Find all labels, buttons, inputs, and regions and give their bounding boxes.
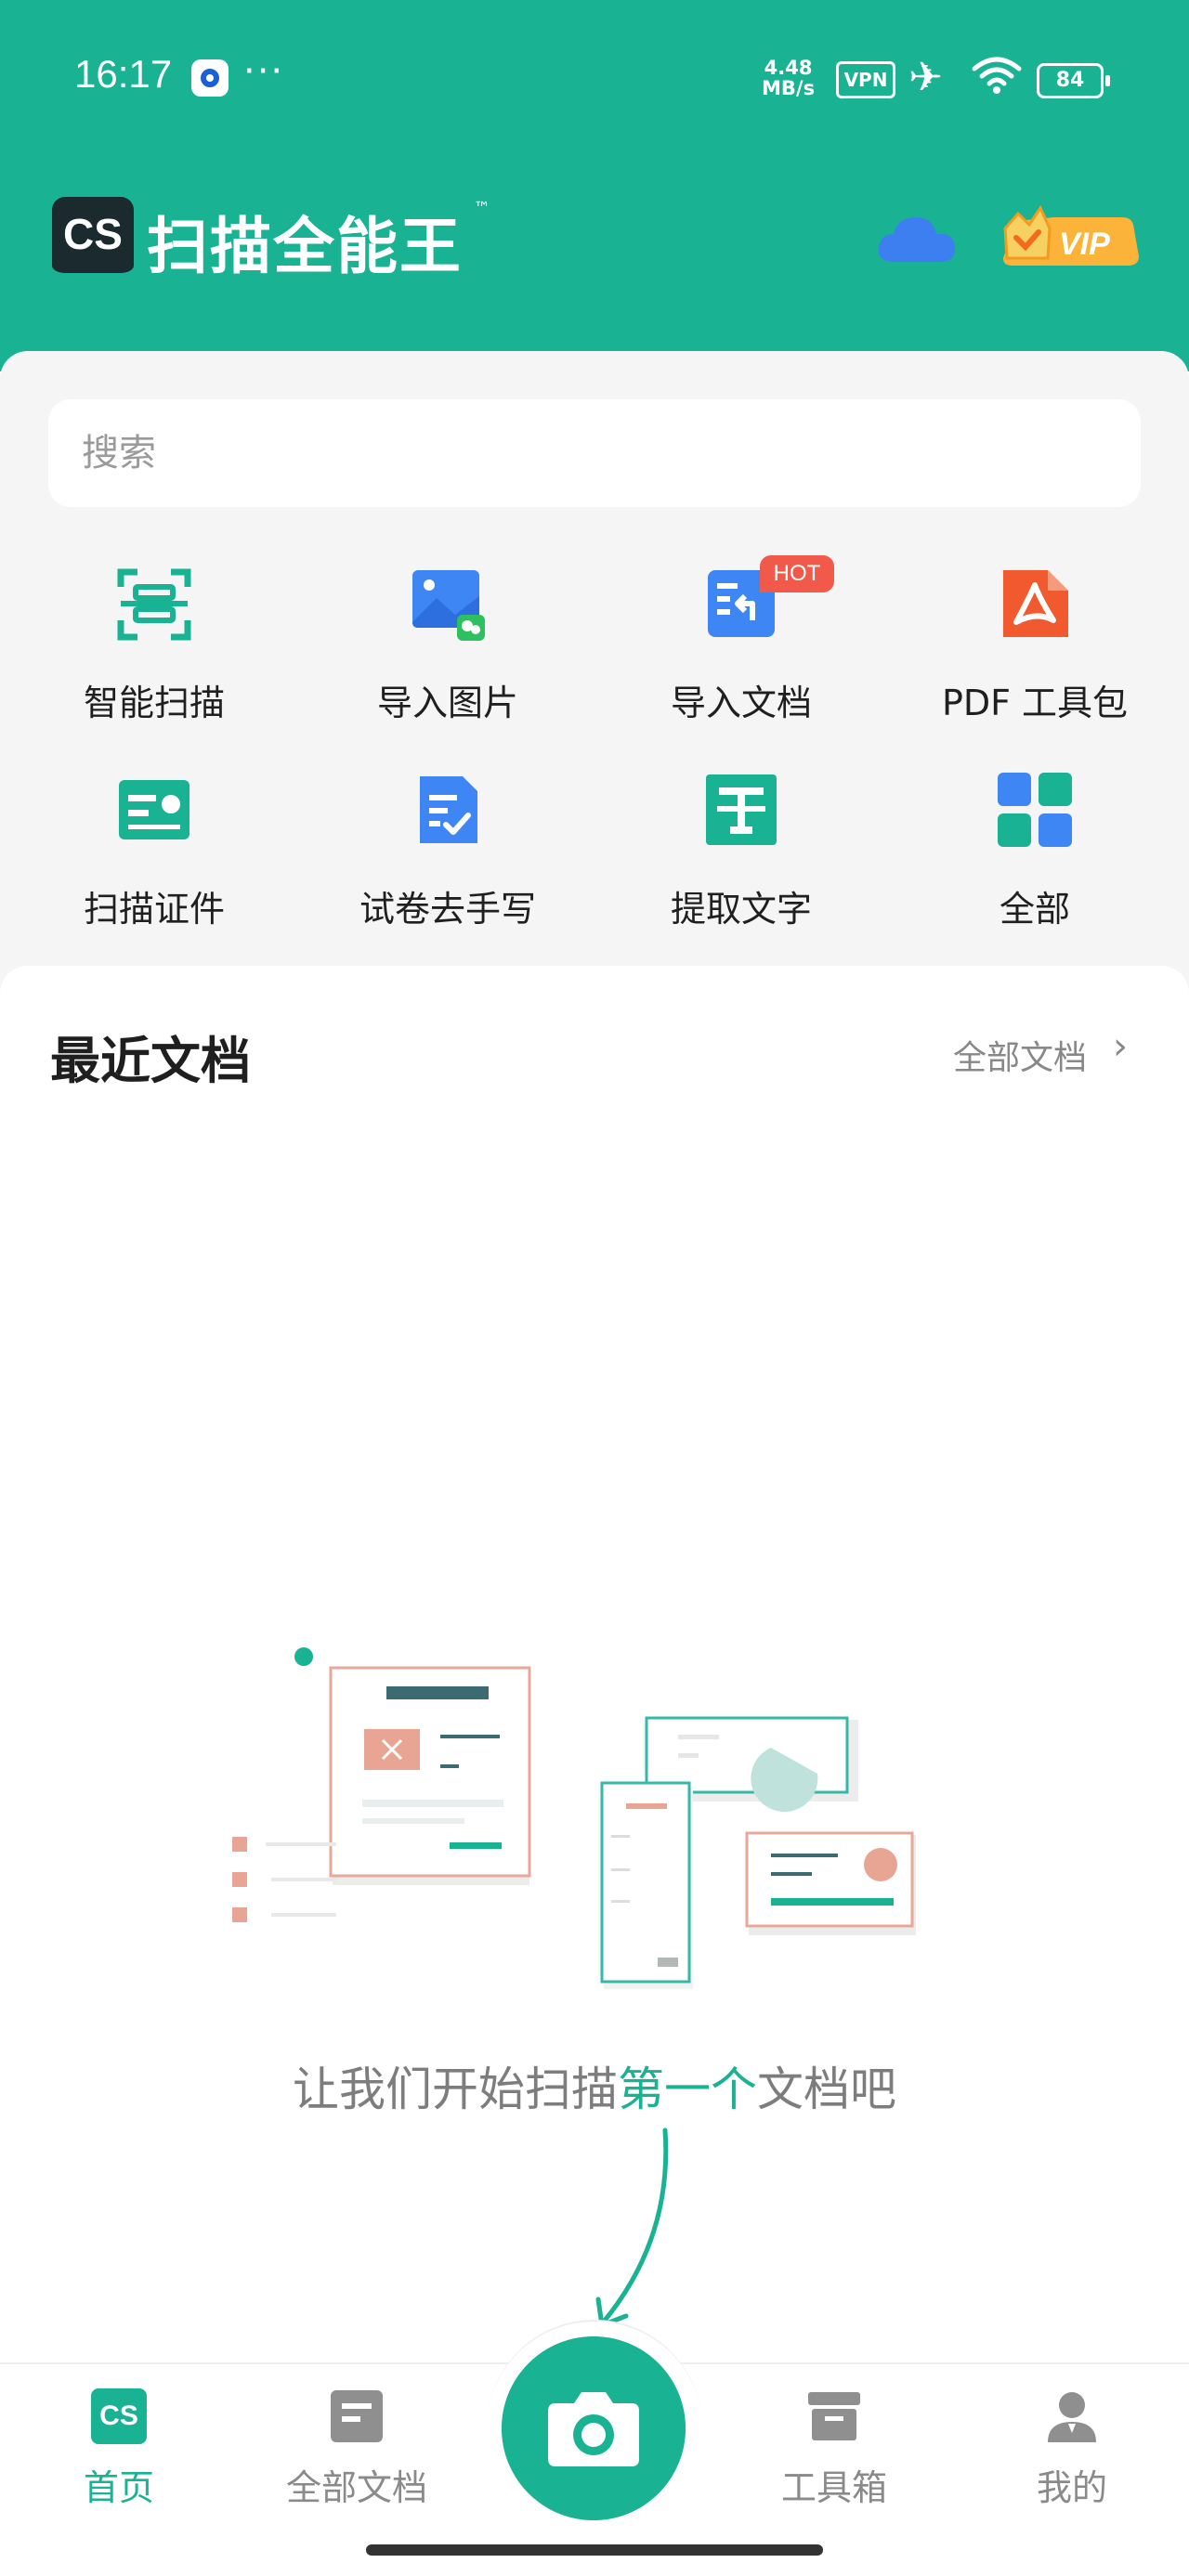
vip-badge-button[interactable]: VIP xyxy=(998,201,1143,271)
tool-label: 全部 xyxy=(999,889,1070,930)
import-image-icon xyxy=(412,570,485,641)
document-icon xyxy=(331,2390,383,2442)
all-tools-icon xyxy=(998,773,1072,847)
nav-label: 全部文档 xyxy=(285,2467,427,2508)
network-speed-value: 4.48 xyxy=(764,57,813,79)
toolbox-icon xyxy=(808,2392,860,2440)
status-more-icon: ··· xyxy=(243,50,285,93)
tool-label: 扫描证件 xyxy=(83,889,225,930)
app-notification-icon xyxy=(191,59,229,97)
tool-label: 试卷去手写 xyxy=(359,889,536,930)
tool-label: 导入图片 xyxy=(376,683,518,723)
nav-label: 工具箱 xyxy=(780,2467,887,2508)
scan-id-icon xyxy=(119,780,189,839)
home-icon: CS xyxy=(91,2388,147,2444)
app-logo: CS xyxy=(52,197,134,279)
pdf-toolkit-icon xyxy=(1003,570,1068,637)
battery-icon: 84 xyxy=(1037,63,1110,98)
airplane-mode-icon: ✈ xyxy=(908,54,943,101)
empty-message-pre: 让我们开始扫描 xyxy=(293,2062,618,2116)
hot-badge: HOT xyxy=(760,555,834,592)
tool-label: PDF 工具包 xyxy=(941,683,1129,723)
status-time: 16:17 xyxy=(74,52,173,96)
tool-label: 智能扫描 xyxy=(83,683,225,723)
search-input[interactable]: 搜索 xyxy=(48,399,1141,507)
nav-label: 首页 xyxy=(83,2467,154,2508)
empty-state-illustration xyxy=(232,1647,916,1989)
smart-scan-icon xyxy=(117,568,191,641)
trademark: ™ xyxy=(474,199,490,218)
recent-documents-title: 最近文档 xyxy=(50,1032,251,1090)
status-bar: 16:17 ··· 4.48 MB/s VPN ✈ 84 xyxy=(0,0,1189,158)
cloud-sync-icon[interactable] xyxy=(877,212,957,264)
network-speed-unit: MB/s xyxy=(762,77,816,99)
wifi-icon xyxy=(972,57,1022,94)
empty-message-post: 文档吧 xyxy=(757,2062,896,2116)
network-speed: 4.48 MB/s xyxy=(762,58,815,98)
empty-message-highlight: 第一个 xyxy=(618,2062,757,2116)
chevron-right-icon[interactable]: › xyxy=(1113,1025,1128,1068)
user-icon xyxy=(1048,2392,1096,2442)
nav-label: 我的 xyxy=(1036,2467,1107,2508)
app-name: 扫描全能王 xyxy=(147,211,463,282)
tool-label: 提取文字 xyxy=(670,889,812,930)
tool-label: 导入文档 xyxy=(670,683,812,723)
camera-scan-button[interactable] xyxy=(502,2336,686,2520)
home-indicator xyxy=(366,2544,823,2556)
vpn-icon: VPN xyxy=(836,61,895,98)
empty-state-message: 让我们开始扫描第一个文档吧 xyxy=(0,2052,1189,2119)
arrow-pointer-icon xyxy=(595,2127,669,2328)
remove-handwriting-icon xyxy=(420,776,477,843)
extract-text-icon xyxy=(706,774,777,845)
all-documents-link[interactable]: 全部文档 xyxy=(953,1031,1087,1079)
vip-label: VIP xyxy=(1059,227,1110,262)
